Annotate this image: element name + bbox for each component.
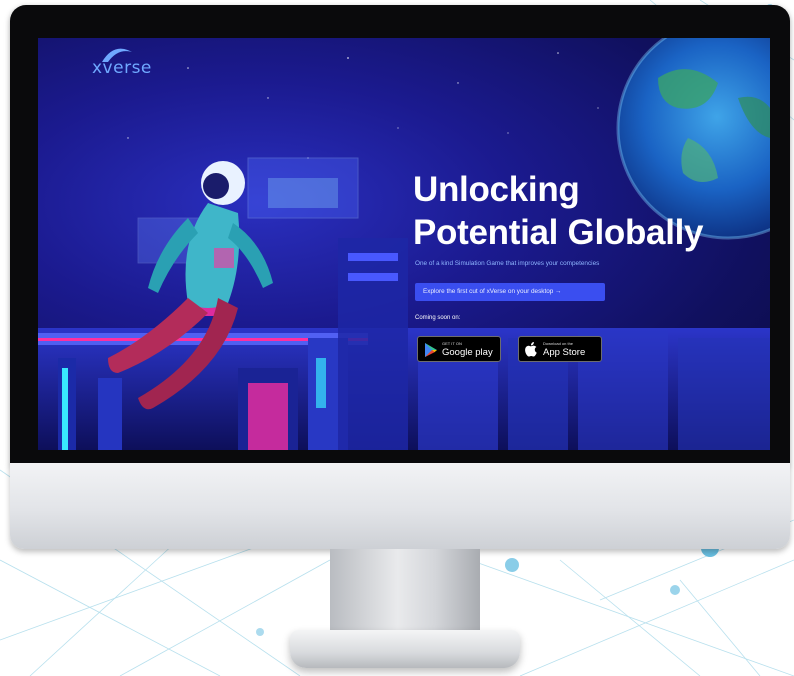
product-mockup: xverse Unlocking Potential Globally One …: [0, 0, 794, 676]
coming-soon-label: Coming soon on:: [415, 315, 461, 321]
hero-title-line-2: Potential Globally: [413, 213, 704, 252]
logo-wordmark: xverse: [92, 58, 152, 78]
google-play-small-text: GET IT ON: [442, 341, 462, 346]
app-store-badge[interactable]: Download on the App Store: [518, 336, 602, 362]
google-play-label: Google play: [442, 347, 493, 358]
website-screen: xverse Unlocking Potential Globally One …: [38, 38, 770, 450]
monitor-chin: [10, 463, 790, 549]
apple-icon: [525, 342, 537, 357]
xverse-logo[interactable]: xverse: [92, 46, 162, 86]
hero-title-line-1: Unlocking: [413, 170, 580, 209]
stars: [127, 52, 599, 159]
play-store-icon: [425, 343, 437, 357]
app-store-label: App Store: [543, 347, 586, 358]
monitor-stand-base: [290, 630, 520, 668]
hero-subtitle: One of a kind Simulation Game that impro…: [415, 260, 600, 267]
app-store-small-text: Download on the: [543, 341, 574, 346]
google-play-badge[interactable]: GET IT ON Google play: [417, 336, 501, 362]
explore-desktop-button[interactable]: Explore the first cut of xVerse on your …: [415, 283, 605, 301]
hero-title: Unlocking Potential Globally: [413, 168, 753, 254]
